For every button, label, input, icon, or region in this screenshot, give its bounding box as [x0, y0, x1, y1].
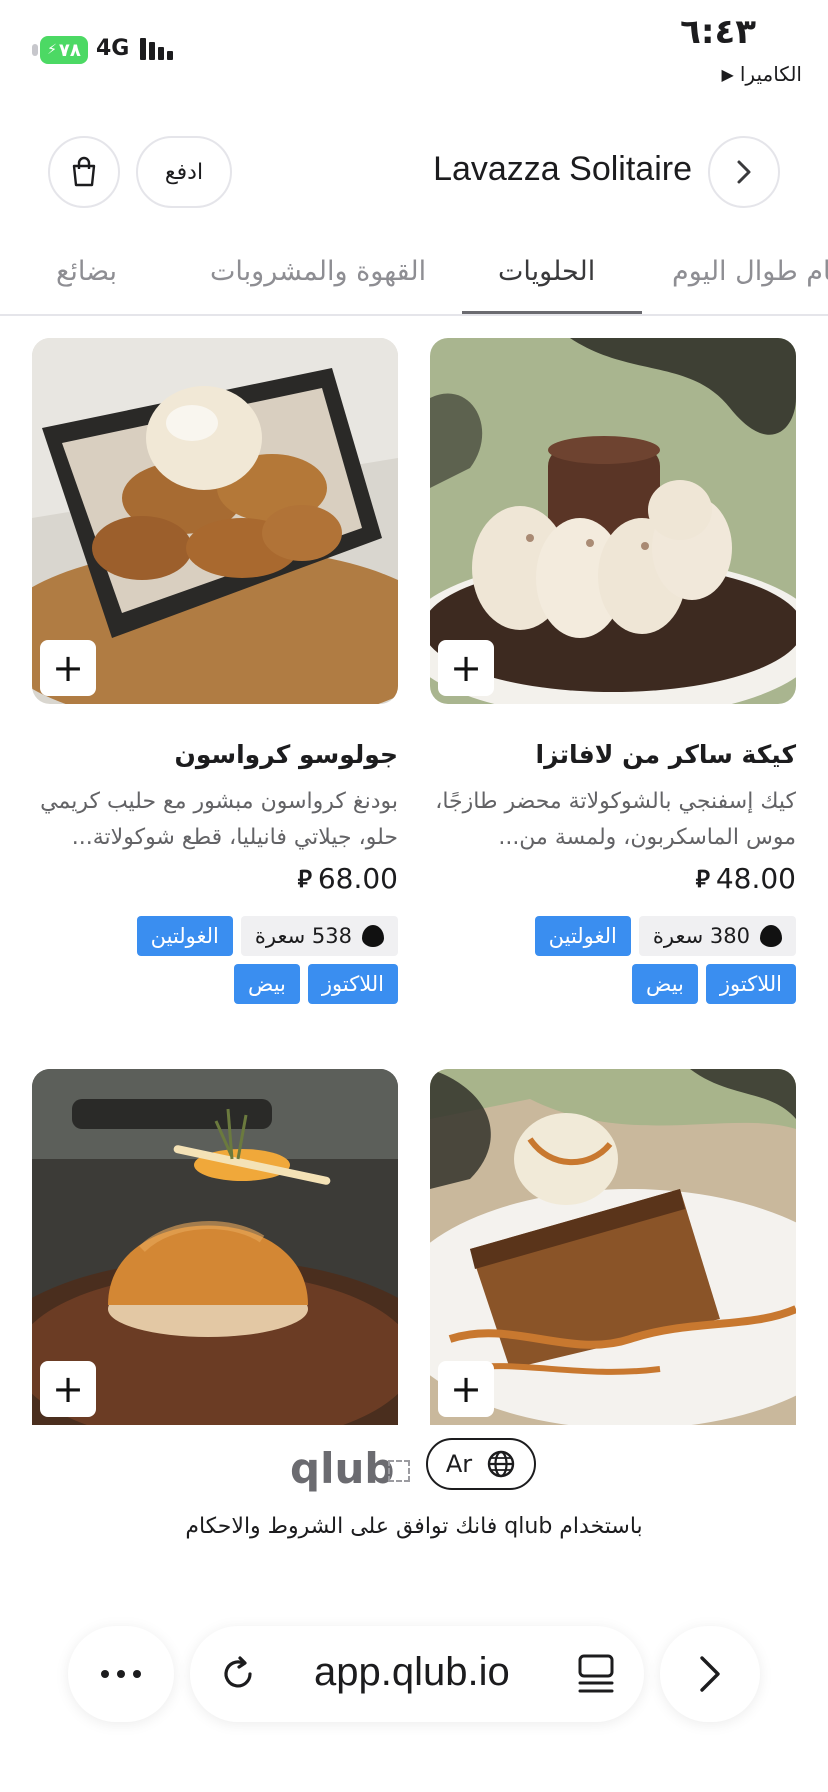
back-to-app-label: الكاميرا — [739, 62, 802, 86]
riyal-currency-icon: ⃁ — [297, 865, 312, 893]
calorie-icon — [362, 925, 384, 947]
store-nav-button[interactable] — [708, 136, 780, 208]
reload-icon[interactable] — [216, 1652, 260, 1696]
calorie-tag: 538 سعرة — [240, 916, 398, 956]
globe-icon — [487, 1450, 515, 1478]
header: ادفع Lavazza Solitaire — [0, 130, 828, 210]
status-time: ٦:٤٣ — [680, 12, 756, 52]
tab-merchandise[interactable]: بضائع — [56, 256, 117, 287]
tag-row: 538 سعرة الغولتين — [136, 916, 398, 956]
calorie-icon — [760, 925, 782, 947]
tag-row: اللاكتوز بيض — [631, 964, 796, 1004]
back-to-app-link[interactable]: الكاميرا ▶ — [722, 62, 802, 86]
product-description: بودنغ كرواسون مبشور مع حليب كريمي حلو، ج… — [40, 789, 398, 850]
product-price: 48.00 ⃁ — [696, 862, 796, 895]
allergen-tag: بيض — [233, 964, 300, 1004]
forward-button[interactable] — [660, 1626, 760, 1722]
more-options-button[interactable] — [68, 1626, 174, 1722]
url-text[interactable]: app.qlub.io — [314, 1650, 510, 1695]
status-bar: ⚡ ٧٨ 4G ٦:٤٣ الكاميرا ▶ — [0, 0, 828, 100]
dot — [117, 1670, 125, 1678]
qlub-mark-icon — [388, 1460, 410, 1482]
shopping-bag-icon — [72, 156, 96, 187]
network-type: 4G — [96, 36, 130, 61]
allergen-tag: الغولتين — [136, 916, 233, 956]
footer: qlub Ar باستخدام qlub فانك توافق على الش… — [0, 1426, 828, 1546]
allergen-tag: اللاكتوز — [705, 964, 796, 1004]
battery-level: ٧٨ — [58, 39, 81, 61]
price-value: 68.00 — [317, 862, 398, 895]
price-value: 48.00 — [715, 862, 796, 895]
product-name: جولوسو كرواسون — [174, 740, 398, 769]
battery-terminal — [32, 44, 38, 56]
pay-button[interactable]: ادفع — [136, 136, 232, 208]
calorie-value: 538 سعرة — [254, 924, 352, 948]
calorie-tag: 380 سعرة — [638, 916, 796, 956]
allergen-tag: بيض — [631, 964, 698, 1004]
product-image[interactable]: + — [430, 1069, 796, 1425]
product-name: كيكة ساكر من لافاتزا — [535, 740, 796, 769]
active-tab-indicator — [462, 311, 642, 314]
address-bar[interactable]: app.qlub.io — [190, 1626, 644, 1722]
tab-all-day-food[interactable]: طعام طوال اليوم — [672, 256, 828, 287]
battery-indicator: ⚡ ٧٨ — [40, 36, 88, 64]
allergen-tag: اللاكتوز — [307, 964, 398, 1004]
add-to-cart-button[interactable]: + — [438, 640, 494, 696]
language-button[interactable]: Ar — [426, 1438, 536, 1490]
add-to-cart-button[interactable]: + — [40, 1361, 96, 1417]
tag-row: 380 سعرة الغولتين — [534, 916, 796, 956]
terms-notice[interactable]: باستخدام qlub فانك توافق على الشروط والا… — [0, 1514, 828, 1539]
category-tabs: بضائع القهوة والمشروبات الحلويات طعام طو… — [0, 244, 828, 316]
product-card[interactable]: + — [32, 1069, 398, 1425]
signal-strength-icon — [140, 38, 173, 60]
tag-row: اللاكتوز بيض — [233, 964, 398, 1004]
product-description: كيك إسفنجي بالشوكولاتة محضر طازجًا، موس … — [435, 789, 796, 850]
qlub-logo: qlub — [290, 1444, 395, 1493]
product-card[interactable]: + — [430, 1069, 796, 1425]
product-image[interactable]: + — [32, 1069, 398, 1425]
allergen-tag: الغولتين — [534, 916, 631, 956]
tab-coffee-drinks[interactable]: القهوة والمشروبات — [210, 256, 426, 287]
product-price: 68.00 ⃁ — [298, 862, 398, 895]
add-to-cart-button[interactable]: + — [438, 1361, 494, 1417]
play-triangle-icon: ▶ — [721, 64, 734, 84]
store-title: Lavazza Solitaire — [433, 150, 692, 188]
browser-toolbar: app.qlub.io — [0, 1624, 828, 1724]
tab-desserts[interactable]: الحلويات — [498, 256, 595, 287]
riyal-currency-icon: ⃁ — [695, 865, 710, 893]
product-image[interactable]: + — [430, 338, 796, 704]
product-image[interactable]: + — [32, 338, 398, 704]
chevron-right-icon — [737, 160, 751, 184]
language-label: Ar — [445, 1450, 473, 1478]
tab-overview-icon[interactable] — [576, 1652, 616, 1696]
charging-bolt-icon: ⚡ — [47, 42, 57, 58]
dot — [101, 1670, 109, 1678]
dot — [133, 1670, 141, 1678]
add-to-cart-button[interactable]: + — [40, 640, 96, 696]
calorie-value: 380 سعرة — [652, 924, 750, 948]
cart-button[interactable] — [48, 136, 120, 208]
chevron-right-icon — [700, 1656, 720, 1692]
